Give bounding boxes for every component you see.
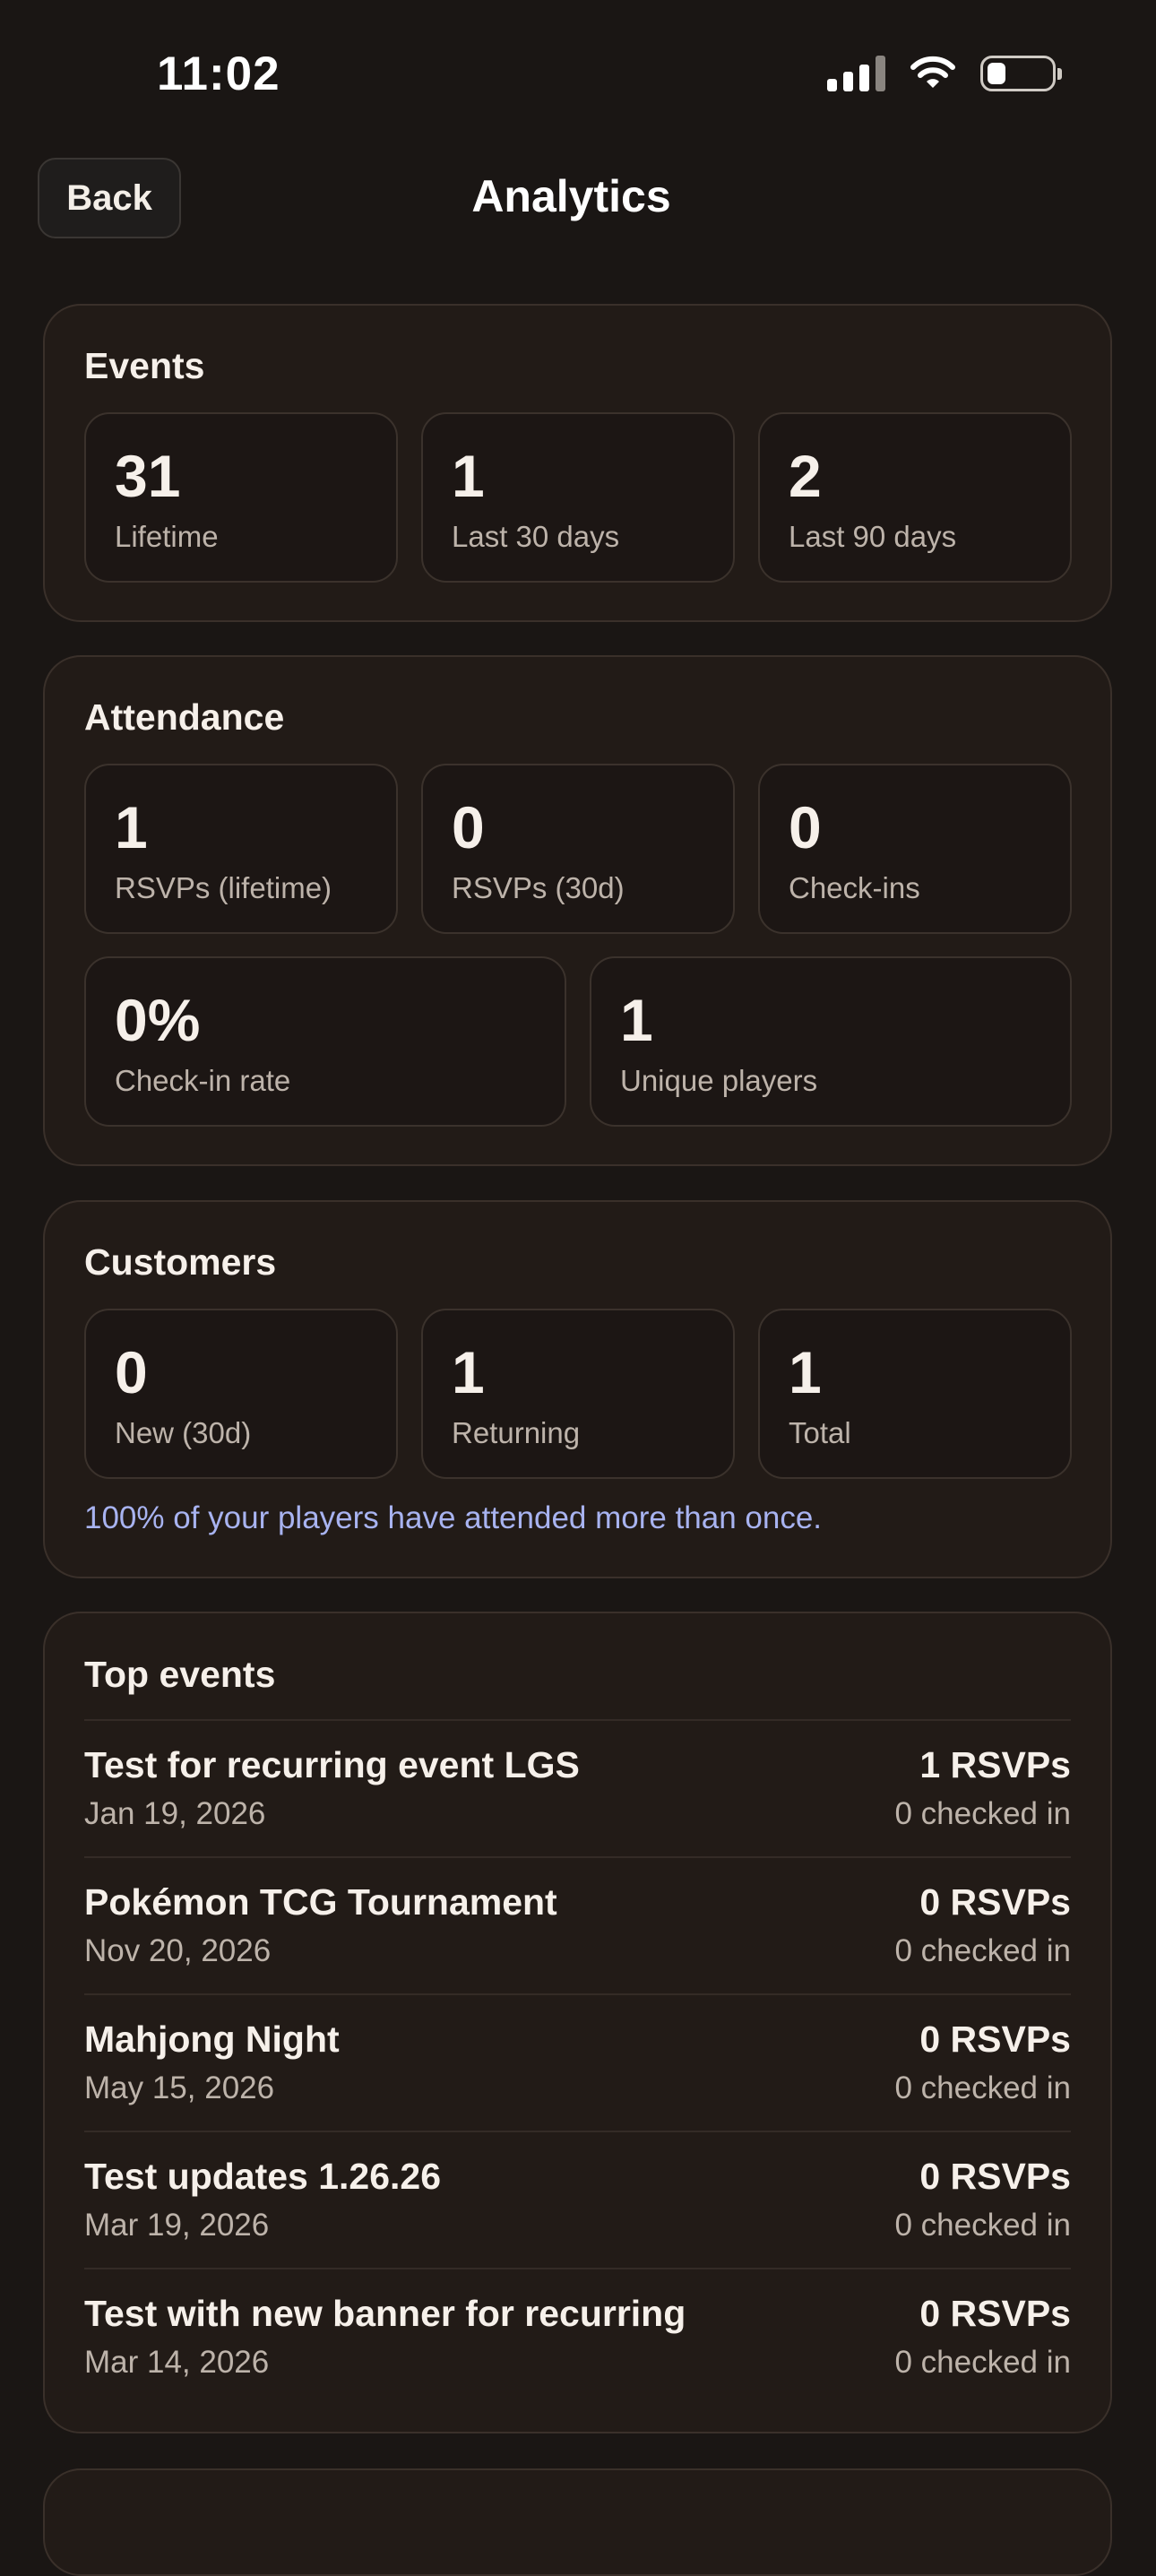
stat-label: RSVPs (30d) — [452, 871, 625, 904]
stat-label: Total — [789, 1416, 851, 1449]
stat-label: Last 90 days — [789, 520, 957, 553]
stat-value: 1 — [620, 987, 653, 1053]
stat-lifetime-events: 31 Lifetime — [84, 412, 398, 583]
list-item[interactable]: Test for recurring event LGS Jan 19, 202… — [84, 1719, 1071, 1856]
battery-icon — [980, 56, 1062, 91]
stat-value: 0 — [789, 794, 822, 860]
page-title: Analytics — [471, 171, 671, 221]
stat-check-ins: 0 Check-ins — [758, 764, 1072, 934]
stat-value: 31 — [115, 443, 181, 509]
event-date: Mar 14, 2026 — [84, 2345, 270, 2380]
list-item[interactable]: Mahjong Night May 15, 2026 0 RSVPs 0 che… — [84, 1993, 1071, 2131]
stat-rsvps-30d: 0 RSVPs (30d) — [421, 764, 735, 934]
event-date: May 15, 2026 — [84, 2070, 275, 2105]
event-checked-in-count: 0 checked in — [894, 2345, 1071, 2380]
event-name: Test for recurring event LGS — [84, 1744, 580, 1785]
stat-value: 1 — [452, 443, 485, 509]
event-name: Pokémon TCG Tournament — [84, 1881, 557, 1923]
event-checked-in-count: 0 checked in — [894, 2070, 1071, 2105]
signal-icon — [827, 56, 885, 91]
event-name: Test updates 1.26.26 — [84, 2156, 442, 2197]
stat-label: RSVPs (lifetime) — [115, 871, 332, 904]
stat-label: Unique players — [620, 1064, 818, 1097]
event-date: Mar 19, 2026 — [84, 2208, 270, 2243]
stat-total-customers: 1 Total — [758, 1309, 1072, 1479]
stat-unique-players: 1 Unique players — [590, 956, 1072, 1127]
attendance-card: Attendance 1 RSVPs (lifetime) 0 RSVPs (3… — [43, 655, 1112, 1166]
event-rsvp-count: 0 RSVPs — [919, 2156, 1071, 2197]
next-card-partial — [43, 2468, 1112, 2576]
events-card-title: Events — [84, 345, 205, 386]
stat-label: Check-ins — [789, 871, 920, 904]
status-icons — [827, 56, 1062, 91]
returning-players-note: 100% of your players have attended more … — [84, 1500, 823, 1535]
stat-returning-customers: 1 Returning — [421, 1309, 735, 1479]
event-date: Jan 19, 2026 — [84, 1796, 266, 1831]
event-checked-in-count: 0 checked in — [894, 1796, 1071, 1831]
event-rsvp-count: 0 RSVPs — [919, 1881, 1071, 1923]
stat-label: Returning — [452, 1416, 581, 1449]
stat-check-in-rate: 0% Check-in rate — [84, 956, 566, 1127]
wifi-icon — [910, 56, 955, 88]
top-events-list: Test for recurring event LGS Jan 19, 202… — [84, 1719, 1071, 2405]
stat-events-90d: 2 Last 90 days — [758, 412, 1072, 583]
attendance-card-title: Attendance — [84, 696, 285, 738]
stat-value: 0 — [452, 794, 485, 860]
stat-label: Check-in rate — [115, 1064, 291, 1097]
status-bar: 11:02 — [0, 0, 1156, 152]
event-name: Test with new banner for recurring — [84, 2293, 686, 2334]
stat-value: 1 — [789, 1339, 822, 1405]
customers-card-title: Customers — [84, 1241, 277, 1283]
list-item[interactable]: Test with new banner for recurring Mar 1… — [84, 2268, 1071, 2405]
stat-value: 2 — [789, 443, 822, 509]
events-card: Events 31 Lifetime 1 Last 30 days 2 Last… — [43, 304, 1112, 622]
stat-rsvps-lifetime: 1 RSVPs (lifetime) — [84, 764, 398, 934]
stat-value: 0 — [115, 1339, 148, 1405]
event-rsvp-count: 0 RSVPs — [919, 2293, 1071, 2334]
list-item[interactable]: Test updates 1.26.26 Mar 19, 2026 0 RSVP… — [84, 2131, 1071, 2268]
event-rsvp-count: 0 RSVPs — [919, 2018, 1071, 2060]
stat-value: 1 — [452, 1339, 485, 1405]
event-checked-in-count: 0 checked in — [894, 2208, 1071, 2243]
customers-card: Customers 0 New (30d) 1 Returning 1 Tota… — [43, 1200, 1112, 1578]
stat-label: New (30d) — [115, 1416, 252, 1449]
stat-value: 0% — [115, 987, 201, 1053]
stat-events-30d: 1 Last 30 days — [421, 412, 735, 583]
event-checked-in-count: 0 checked in — [894, 1933, 1071, 1968]
stat-label: Lifetime — [115, 520, 219, 553]
stat-new-customers: 0 New (30d) — [84, 1309, 398, 1479]
status-time: 11:02 — [157, 48, 280, 100]
stat-value: 1 — [115, 794, 148, 860]
stat-label: Last 30 days — [452, 520, 620, 553]
list-item[interactable]: Pokémon TCG Tournament Nov 20, 2026 0 RS… — [84, 1856, 1071, 1993]
top-events-card: Top events Test for recurring event LGS … — [43, 1612, 1112, 2433]
event-rsvp-count: 1 RSVPs — [919, 1744, 1071, 1785]
top-events-card-title: Top events — [84, 1654, 276, 1695]
event-date: Nov 20, 2026 — [84, 1933, 272, 1968]
event-name: Mahjong Night — [84, 2018, 340, 2060]
